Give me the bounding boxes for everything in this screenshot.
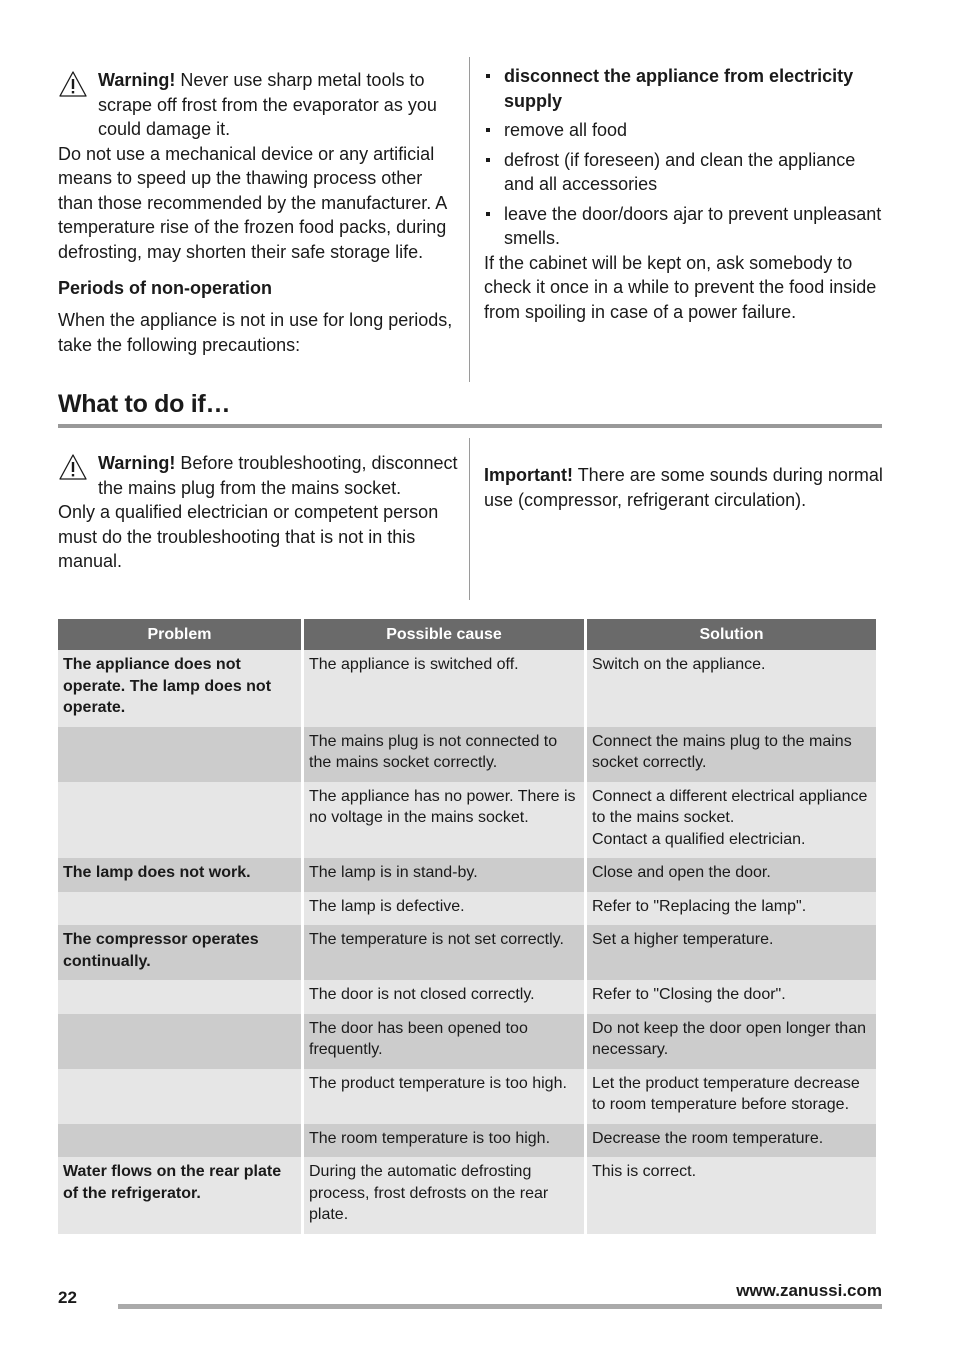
troubleshooting-table: Problem Possible cause Solution The appl…: [55, 619, 879, 1234]
header-problem: Problem: [58, 619, 301, 650]
solution-cell: Refer to "Closing the door".: [587, 980, 876, 1014]
header-solution: Solution: [587, 619, 876, 650]
cause-cell: The door has been opened too frequently.: [304, 1013, 584, 1069]
qualified-electrician-paragraph: Only a qualified electrician or competen…: [58, 502, 439, 571]
cause-cell: The door is not closed correctly.: [304, 980, 584, 1014]
problem-cell: [58, 1068, 301, 1124]
footer-rule: [118, 1304, 882, 1309]
problem-cell: The compressor operates continually.: [58, 925, 301, 980]
solution-cell: Do not keep the door open longer than ne…: [587, 1013, 876, 1069]
table-row: The appliance has no power. There is no …: [58, 781, 876, 858]
page-number: 22: [58, 1288, 77, 1307]
table-row: The lamp is defective. Refer to "Replacin…: [58, 891, 876, 925]
warning-triangle-icon: [59, 71, 87, 97]
cause-cell: The lamp is defective.: [304, 891, 584, 925]
important-note: Important! There are some sounds during …: [484, 463, 884, 512]
table-row: The appliance does not operate. The lamp…: [58, 650, 876, 727]
important-label: Important!: [484, 465, 573, 485]
table-row: Water flows on the rear plate of the ref…: [58, 1157, 876, 1234]
solution-cell: Refer to "Replacing the lamp".: [587, 891, 876, 925]
subheading-non-operation: Periods of non-operation: [58, 278, 272, 298]
cause-cell: The mains plug is not connected to the m…: [304, 726, 584, 782]
warning-label: Warning!: [98, 453, 176, 473]
precaution-item: defrost (if foreseen) and clean the appl…: [484, 148, 884, 197]
cause-cell: The appliance is switched off.: [304, 650, 584, 727]
defrost-paragraph: Do not use a mechanical device or any ar…: [58, 143, 447, 262]
problem-cell: [58, 980, 301, 1014]
cause-cell: The room temperature is too high.: [304, 1123, 584, 1157]
table-row: The product temperature is too high. Let …: [58, 1068, 876, 1124]
solution-cell: Connect the mains plug to the mains sock…: [587, 726, 876, 782]
header-possible-cause: Possible cause: [304, 619, 584, 650]
table-row: The compressor operates continually. The …: [58, 925, 876, 980]
precaution-item: leave the door/doors ajar to prevent unp…: [484, 202, 884, 251]
solution-cell: This is correct.: [587, 1157, 876, 1234]
section-title: What to do if…: [58, 390, 231, 418]
problem-cell: [58, 1013, 301, 1069]
troubleshooting-warning: Warning! Before troubleshooting, disconn…: [58, 451, 458, 500]
column-divider: [469, 438, 470, 600]
defrost-warning: Warning! Never use sharp metal tools to …: [58, 68, 458, 142]
solution-cell: Set a higher temperature.: [587, 925, 876, 980]
table-row: The room temperature is too high. Decreas…: [58, 1123, 876, 1157]
cause-cell: The appliance has no power. There is no …: [304, 781, 584, 858]
section-rule: [58, 424, 882, 428]
problem-cell: [58, 726, 301, 782]
table-header-row: Problem Possible cause Solution: [58, 619, 876, 650]
troubleshooting-left-column: Warning! Before troubleshooting, disconn…: [58, 451, 458, 574]
cause-cell: The product temperature is too high.: [304, 1068, 584, 1124]
precautions-list: disconnect the appliance from electricit…: [484, 64, 884, 251]
solution-cell: Decrease the room temperature.: [587, 1123, 876, 1157]
problem-cell: [58, 1123, 301, 1157]
solution-cell: Let the product temperature decrease to …: [587, 1068, 876, 1124]
table-row: The door has been opened too frequently.…: [58, 1013, 876, 1069]
footer-url: www.zanussi.com: [736, 1281, 882, 1300]
table-row: The door is not closed correctly. Refer t…: [58, 980, 876, 1014]
non-operation-intro: When the appliance is not in use for lon…: [58, 310, 453, 355]
troubleshooting-right-column: Important! There are some sounds during …: [484, 463, 884, 512]
warning-label: Warning!: [98, 70, 176, 90]
non-operation-left-column: Warning! Never use sharp metal tools to …: [58, 68, 458, 357]
problem-cell: The appliance does not operate. The lamp…: [58, 650, 301, 727]
problem-cell: [58, 891, 301, 925]
table-row: The mains plug is not connected to the m…: [58, 726, 876, 782]
cabinet-kept-on-paragraph: If the cabinet will be kept on, ask some…: [484, 252, 877, 322]
column-divider: [469, 57, 470, 382]
table-row: The lamp does not work. The lamp is in st…: [58, 858, 876, 892]
non-operation-right-column: disconnect the appliance from electricit…: [484, 64, 884, 324]
problem-cell: Water flows on the rear plate of the ref…: [58, 1157, 301, 1234]
warning-triangle-icon: [59, 454, 87, 480]
precaution-item: disconnect the appliance from electricit…: [484, 64, 884, 113]
cause-cell: The temperature is not set correctly.: [304, 925, 584, 980]
solution-cell: Switch on the appliance.: [587, 650, 876, 727]
problem-cell: [58, 781, 301, 858]
precaution-item: remove all food: [484, 118, 884, 143]
cause-cell: During the automatic defrosting process,…: [304, 1157, 584, 1234]
problem-cell: The lamp does not work.: [58, 858, 301, 892]
solution-cell: Close and open the door.: [587, 858, 876, 892]
cause-cell: The lamp is in stand-by.: [304, 858, 584, 892]
solution-cell: Connect a different electrical appliance…: [587, 781, 876, 858]
